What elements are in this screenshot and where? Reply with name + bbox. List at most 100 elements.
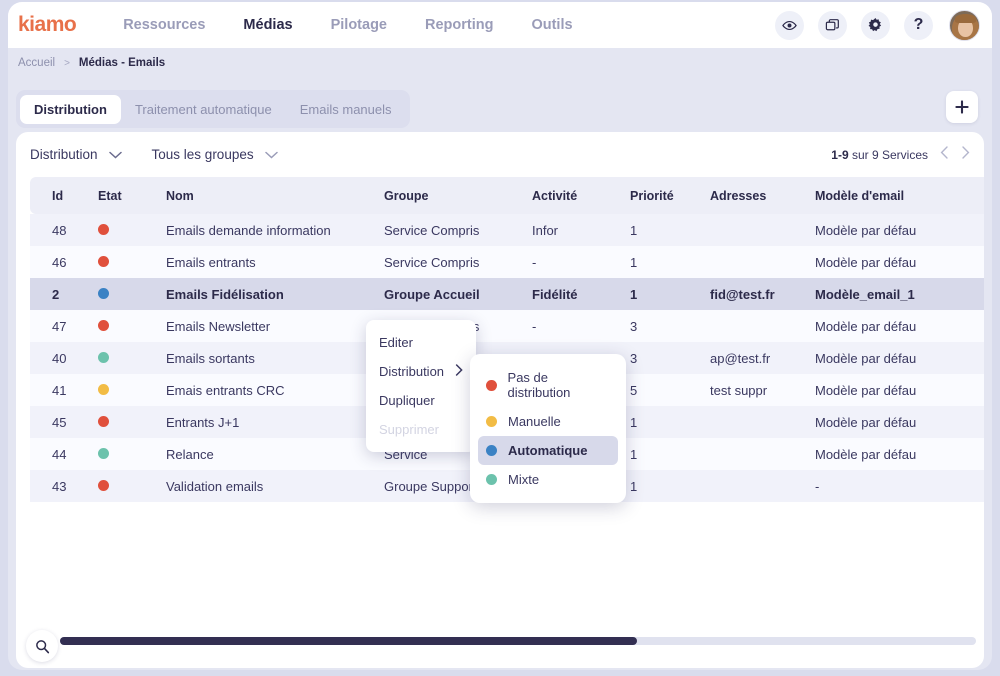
service-adresses: fid@test.fr bbox=[704, 278, 809, 310]
context-menu-item-dupliquer[interactable]: Dupliquer bbox=[366, 386, 476, 415]
avatar-fringe bbox=[955, 14, 976, 23]
table-row[interactable]: 2Emails FidélisationGroupe AccueilFidéli… bbox=[30, 278, 984, 310]
column-header-priorite[interactable]: Priorité bbox=[624, 177, 704, 214]
column-header-nom[interactable]: Nom bbox=[160, 177, 378, 214]
service-modele: Modèle par défau bbox=[809, 374, 984, 406]
service-adresses: test suppr bbox=[704, 374, 809, 406]
add-button[interactable] bbox=[946, 91, 978, 123]
status-dot bbox=[98, 224, 109, 235]
service-groupe: Groupe Accueil bbox=[378, 278, 526, 310]
nav-item-medias[interactable]: Médias bbox=[224, 17, 311, 33]
service-adresses bbox=[704, 438, 809, 470]
filter-groupes-label: Tous les groupes bbox=[152, 147, 254, 162]
context-menu: Editer Distribution Dupliquer Supprimer bbox=[366, 320, 476, 452]
service-adresses bbox=[704, 406, 809, 438]
service-nom: Emails Newsletter bbox=[160, 310, 378, 342]
context-menu-item-editer[interactable]: Editer bbox=[366, 328, 476, 357]
service-priorite: 1 bbox=[624, 470, 704, 502]
service-modele: Modèle par défau bbox=[809, 438, 984, 470]
distribution-submenu: Pas de distribution Manuelle Automatique Mi… bbox=[470, 354, 626, 503]
context-menu-item-distribution[interactable]: Distribution bbox=[366, 357, 476, 386]
help-icon[interactable]: ? bbox=[904, 11, 933, 40]
submenu-item[interactable]: Pas de distribution bbox=[478, 363, 618, 407]
table-row[interactable]: 47Emails NewsletterService Compris-3Modè… bbox=[30, 310, 984, 342]
column-header-etat[interactable]: Etat bbox=[92, 177, 160, 214]
status-dot bbox=[98, 288, 109, 299]
eye-icon[interactable] bbox=[775, 11, 804, 40]
windows-icon[interactable] bbox=[818, 11, 847, 40]
service-activite: - bbox=[526, 310, 624, 342]
nav-item-reporting[interactable]: Reporting bbox=[406, 17, 512, 33]
status-dot bbox=[98, 480, 109, 491]
service-etat bbox=[92, 246, 160, 278]
nav-item-outils[interactable]: Outils bbox=[512, 17, 591, 33]
context-menu-item-editer-label: Editer bbox=[379, 335, 413, 350]
user-avatar[interactable] bbox=[949, 10, 980, 41]
service-etat bbox=[92, 310, 160, 342]
status-dot bbox=[486, 380, 497, 391]
column-header-adresses[interactable]: Adresses bbox=[704, 177, 809, 214]
app-logo[interactable]: kiamo bbox=[18, 13, 76, 37]
horizontal-scrollbar-track[interactable] bbox=[60, 637, 976, 645]
service-priorite: 3 bbox=[624, 342, 704, 374]
service-id: 48 bbox=[30, 214, 92, 246]
submenu-item[interactable]: Automatique bbox=[478, 436, 618, 465]
column-header-activite[interactable]: Activité bbox=[526, 177, 624, 214]
service-nom: Emais entrants CRC bbox=[160, 374, 378, 406]
submenu-item[interactable]: Manuelle bbox=[478, 407, 618, 436]
submenu-item-label: Manuelle bbox=[508, 414, 561, 429]
service-etat bbox=[92, 438, 160, 470]
horizontal-scrollbar-thumb[interactable] bbox=[60, 637, 637, 645]
filter-distribution[interactable]: Distribution bbox=[30, 146, 122, 164]
submenu-item-label: Pas de distribution bbox=[508, 370, 610, 400]
pagination-prev-button[interactable] bbox=[940, 146, 949, 164]
service-nom: Relance bbox=[160, 438, 378, 470]
tab-traitement-automatique[interactable]: Traitement automatique bbox=[121, 95, 286, 124]
service-id: 2 bbox=[30, 278, 92, 310]
service-adresses bbox=[704, 470, 809, 502]
service-activite: Infor bbox=[526, 214, 624, 246]
service-adresses bbox=[704, 310, 809, 342]
service-groupe: Service Compris bbox=[378, 214, 526, 246]
table-row[interactable]: 46Emails entrantsService Compris-1Modèle… bbox=[30, 246, 984, 278]
search-button[interactable] bbox=[26, 630, 58, 662]
nav-item-ressources[interactable]: Ressources bbox=[104, 17, 224, 33]
filter-bar: Distribution Tous les groupes 1-9 sur 9 … bbox=[16, 132, 984, 177]
service-adresses bbox=[704, 214, 809, 246]
service-id: 43 bbox=[30, 470, 92, 502]
table-row[interactable]: 48Emails demande informationService Comp… bbox=[30, 214, 984, 246]
service-modele: Modèle par défau bbox=[809, 310, 984, 342]
filter-groupes[interactable]: Tous les groupes bbox=[152, 146, 278, 164]
service-priorite: 1 bbox=[624, 278, 704, 310]
service-activite: - bbox=[526, 246, 624, 278]
chevron-down-icon bbox=[265, 146, 278, 164]
column-header-modele[interactable]: Modèle d'email bbox=[809, 177, 984, 214]
chevron-down-icon bbox=[109, 146, 122, 164]
service-etat bbox=[92, 470, 160, 502]
service-adresses bbox=[704, 246, 809, 278]
service-priorite: 1 bbox=[624, 406, 704, 438]
service-priorite: 1 bbox=[624, 246, 704, 278]
tab-distribution[interactable]: Distribution bbox=[20, 95, 121, 124]
submenu-item-label: Automatique bbox=[508, 443, 587, 458]
service-adresses: ap@test.fr bbox=[704, 342, 809, 374]
column-header-groupe[interactable]: Groupe bbox=[378, 177, 526, 214]
service-modele: Modèle par défau bbox=[809, 406, 984, 438]
column-header-id[interactable]: Id bbox=[30, 177, 92, 214]
gear-icon[interactable] bbox=[861, 11, 890, 40]
pagination-next-button[interactable] bbox=[961, 146, 970, 164]
service-nom: Emails Fidélisation bbox=[160, 278, 378, 310]
tab-emails-manuels[interactable]: Emails manuels bbox=[286, 95, 406, 124]
submenu-item[interactable]: Mixte bbox=[478, 465, 618, 494]
breadcrumb-home[interactable]: Accueil bbox=[18, 57, 55, 69]
nav-item-pilotage[interactable]: Pilotage bbox=[312, 17, 406, 33]
status-dot bbox=[486, 474, 497, 485]
service-etat bbox=[92, 374, 160, 406]
service-etat bbox=[92, 278, 160, 310]
pagination-suffix: sur 9 Services bbox=[852, 148, 928, 162]
status-dot bbox=[486, 416, 497, 427]
service-nom: Entrants J+1 bbox=[160, 406, 378, 438]
service-id: 45 bbox=[30, 406, 92, 438]
context-menu-item-dupliquer-label: Dupliquer bbox=[379, 393, 435, 408]
service-modele: Modèle_email_1 bbox=[809, 278, 984, 310]
